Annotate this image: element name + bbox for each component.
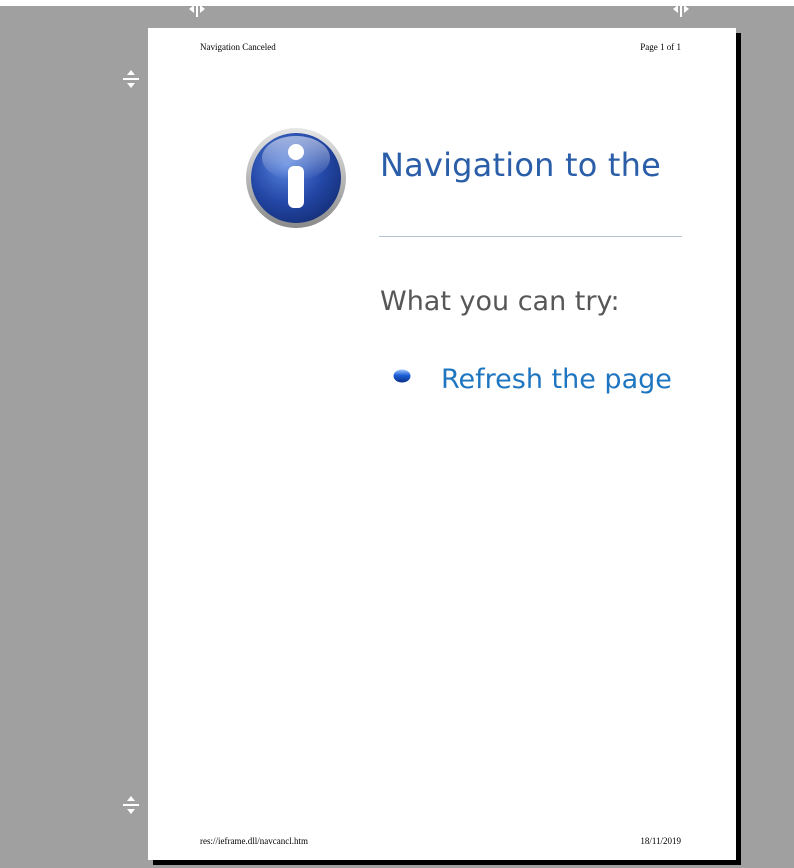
bottom-margin-handle[interactable] — [120, 794, 142, 816]
footer-date: 18/11/2019 — [640, 836, 681, 846]
blue-bullet-icon — [393, 369, 411, 383]
what-you-can-try-heading: What you can try: — [380, 286, 620, 317]
info-icon — [246, 128, 346, 228]
heading-divider — [379, 236, 682, 237]
page-heading: Navigation to the — [380, 146, 661, 184]
print-preview-page: Navigation Canceled Page 1 of 1 Navigati… — [148, 28, 736, 860]
left-margin-handle[interactable] — [186, 0, 208, 20]
top-margin-handle[interactable] — [120, 68, 142, 90]
header-page-number: Page 1 of 1 — [640, 42, 681, 52]
right-margin-handle[interactable] — [670, 0, 692, 20]
refresh-page-link[interactable]: Refresh the page — [441, 364, 687, 395]
header-title: Navigation Canceled — [200, 42, 276, 52]
footer-url: res://ieframe.dll/navcancl.htm — [200, 836, 308, 846]
